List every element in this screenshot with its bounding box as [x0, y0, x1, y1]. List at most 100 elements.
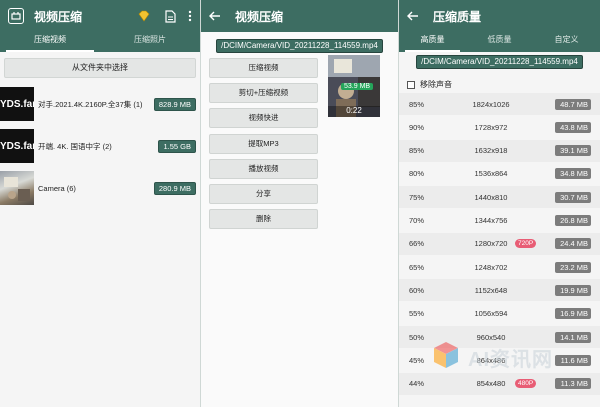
quality-resolution: 1280x720: [474, 239, 508, 249]
quality-percent: 70%: [409, 216, 425, 225]
tab-bar: 压缩视频 压缩照片: [0, 32, 200, 52]
tab-low-quality[interactable]: 低质量: [466, 32, 533, 52]
estimated-size-badge: 39.1 MB: [555, 145, 591, 157]
resolution-tag: 480P: [515, 379, 537, 389]
quality-option-row[interactable]: 60% 1152x648 19.9 MB: [399, 279, 600, 302]
remove-audio-option[interactable]: 移除声音: [407, 79, 452, 90]
folder-name: 对手.2021.4K.2160P.全37集 (1): [38, 99, 143, 109]
quality-option-row[interactable]: 70% 1344x756 26.8 MB: [399, 210, 600, 232]
video-size-badge: 53.9 MB: [341, 83, 374, 90]
file-path-label: /DCIM/Camera/VID_20211228_114559.mp4: [416, 55, 583, 69]
tab-high-quality[interactable]: 高质量: [399, 32, 466, 52]
folder-item[interactable]: YDS.fan 开端. 4K. 国语中字 (2) 1.55 GB: [0, 128, 200, 164]
cut-and-compress-button[interactable]: 剪切+压缩视频: [209, 83, 318, 103]
compress-video-button[interactable]: 压缩视频: [209, 58, 318, 78]
folder-size-badge: 280.9 MB: [153, 181, 196, 195]
more-menu-icon[interactable]: [188, 10, 192, 22]
app-bar: 视频压缩: [201, 0, 398, 32]
quality-percent: 80%: [409, 169, 425, 179]
tab-custom[interactable]: 自定义: [533, 32, 600, 52]
quality-resolution: 1824x1026: [472, 99, 510, 109]
folder-name: Camera (6): [38, 183, 76, 193]
quality-resolution: 1440x810: [474, 192, 508, 202]
quality-option-row[interactable]: 85% 1632x918 39.1 MB: [399, 139, 600, 162]
estimated-size-badge: 24.4 MB: [555, 238, 591, 250]
estimated-size-badge: 43.8 MB: [555, 121, 591, 133]
video-actions-screen: 视频压缩 /DCIM/Camera/VID_20211228_114559.mp…: [201, 0, 398, 407]
camera-folder-thumbnail: [0, 171, 34, 205]
quality-resolution: 854x480: [476, 379, 506, 389]
quality-percent: 85%: [409, 146, 425, 156]
quality-option-row[interactable]: 85% 1824x1026 48.7 MB: [399, 93, 600, 115]
quality-option-row[interactable]: 55% 1056x594 16.9 MB: [399, 303, 600, 325]
quality-resolution: 1536x864: [474, 169, 508, 179]
fast-forward-button[interactable]: 视频快进: [209, 108, 318, 128]
quality-percent: 65%: [409, 262, 425, 272]
watermark: AI资讯网: [430, 342, 553, 372]
remove-audio-label: 移除声音: [420, 80, 452, 89]
quality-percent: 75%: [409, 192, 425, 202]
folder-size-badge: 828.9 MB: [153, 97, 196, 111]
screen-title: 压缩质量: [433, 9, 482, 24]
quality-tab-bar: 高质量 低质量 自定义: [399, 32, 600, 52]
remove-audio-checkbox[interactable]: [407, 80, 415, 89]
quality-option-row[interactable]: 75% 1440x810 30.7 MB: [399, 186, 600, 209]
delete-button[interactable]: 删除: [209, 209, 318, 229]
estimated-size-badge: 19.9 MB: [555, 284, 591, 296]
folder-size-badge: 1.55 GB: [158, 139, 196, 153]
tab-compress-video[interactable]: 压缩视频: [0, 32, 100, 52]
quality-option-row[interactable]: 65% 1248x702 23.2 MB: [399, 256, 600, 278]
estimated-size-badge: 34.8 MB: [555, 168, 591, 180]
estimated-size-badge: 23.2 MB: [555, 261, 591, 273]
app-bar: 视频压缩: [0, 0, 200, 32]
quality-option-row[interactable]: 80% 1536x864 34.8 MB: [399, 163, 600, 185]
quality-percent: 85%: [409, 99, 425, 109]
quality-percent: 50%: [409, 332, 425, 342]
folder-thumbnail: YDS.fan: [0, 87, 34, 121]
watermark-text: AI资讯网: [468, 348, 553, 371]
quality-percent: 55%: [409, 309, 425, 319]
app-logo-icon: [8, 8, 24, 24]
quality-resolution: 1344x756: [474, 216, 508, 225]
quality-resolution: 1632x918: [474, 146, 508, 156]
quality-resolution: 1152x648: [474, 285, 508, 295]
screen-title: 视频压缩: [235, 9, 284, 24]
video-duration: 0:22: [328, 106, 380, 117]
folder-item[interactable]: YDS.fan 对手.2021.4K.2160P.全37集 (1) 828.9 …: [0, 86, 200, 122]
quality-percent: 45%: [409, 355, 425, 365]
quality-option-row[interactable]: 66% 1280x720 720P 24.4 MB: [399, 232, 600, 255]
quality-percent: 90%: [409, 122, 425, 132]
vip-diamond-icon[interactable]: [137, 10, 151, 22]
estimated-size-badge: 48.7 MB: [555, 98, 591, 110]
estimated-size-badge: 11.3 MB: [555, 378, 591, 390]
folder-thumbnail: YDS.fan: [0, 129, 34, 163]
video-thumbnail[interactable]: 53.9 MB 0:22: [328, 55, 380, 117]
estimated-size-badge: 16.9 MB: [555, 308, 591, 320]
folder-item[interactable]: Camera (6) 280.9 MB: [0, 170, 200, 206]
quality-percent: 44%: [409, 379, 425, 389]
resolution-tag: 720P: [515, 239, 537, 249]
estimated-size-badge: 30.7 MB: [555, 191, 591, 203]
play-video-button[interactable]: 播放视频: [209, 159, 318, 179]
back-arrow-icon[interactable]: [407, 11, 419, 21]
folder-name: 开端. 4K. 国语中字 (2): [38, 141, 112, 151]
extract-mp3-button[interactable]: 提取MP3: [209, 134, 318, 154]
quality-resolution: 1248x702: [474, 262, 508, 272]
quality-option-row[interactable]: 90% 1728x972 43.8 MB: [399, 116, 600, 138]
estimated-size-badge: 26.8 MB: [555, 215, 591, 226]
quality-resolution: 1056x594: [474, 309, 508, 319]
quality-option-row[interactable]: 44% 854x480 480P 11.3 MB: [399, 372, 600, 395]
tab-compress-photo[interactable]: 压缩照片: [100, 32, 200, 52]
quality-percent: 60%: [409, 285, 425, 295]
folder-list-screen: 视频压缩 压缩视频 压缩照片 从文件夹中选择 YDS.fan 对手.2021.4…: [0, 0, 200, 407]
document-icon[interactable]: [165, 9, 176, 23]
app-bar: 压缩质量: [399, 0, 600, 32]
back-arrow-icon[interactable]: [209, 11, 221, 21]
quality-resolution: 1728x972: [474, 122, 508, 132]
estimated-size-badge: 11.6 MB: [555, 354, 591, 366]
estimated-size-badge: 14.1 MB: [555, 331, 591, 343]
share-button[interactable]: 分享: [209, 184, 318, 204]
select-from-folder-button[interactable]: 从文件夹中选择: [4, 58, 196, 78]
quality-percent: 66%: [409, 239, 425, 249]
quality-resolution: 960x540: [476, 332, 506, 342]
